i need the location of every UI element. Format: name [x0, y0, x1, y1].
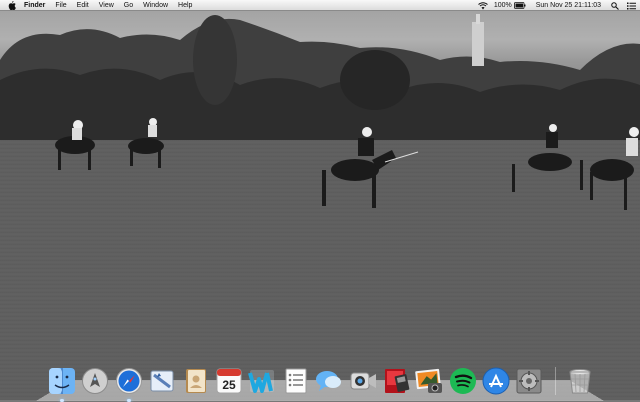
battery-icon[interactable] [513, 2, 526, 9]
app-store-icon[interactable] [482, 367, 510, 395]
calendar-date: 25 [222, 378, 236, 392]
menu-view[interactable]: View [94, 0, 119, 11]
launchpad-icon[interactable] [81, 367, 109, 395]
menu-edit[interactable]: Edit [72, 0, 94, 11]
system-preferences-icon[interactable] [515, 367, 543, 395]
facetime-icon[interactable] [349, 367, 377, 395]
menu-file[interactable]: File [50, 0, 71, 11]
menu-finder[interactable]: Finder [22, 0, 50, 11]
finder-icon[interactable] [48, 367, 76, 402]
iphoto-icon[interactable] [415, 367, 443, 395]
polo-players [55, 118, 639, 210]
reminders-icon[interactable] [282, 367, 310, 395]
dock: 25 [48, 359, 599, 402]
wifi-icon[interactable] [478, 1, 488, 10]
dock-separator [554, 367, 556, 395]
notification-center-icon[interactable] [627, 2, 636, 10]
safari-icon[interactable] [115, 367, 143, 402]
contacts-icon[interactable] [182, 367, 210, 395]
apple-icon[interactable] [7, 0, 16, 10]
word-icon[interactable] [248, 367, 276, 395]
menu-window[interactable]: Window [138, 0, 173, 11]
desktop-wallpaper [0, 0, 640, 400]
messages-icon[interactable] [315, 367, 343, 395]
spotify-icon[interactable] [449, 367, 477, 395]
menu-go[interactable]: Go [119, 0, 138, 11]
menu-help[interactable]: Help [173, 0, 197, 11]
calendar-icon[interactable]: 25 [215, 367, 243, 395]
spotlight-search-icon[interactable] [611, 1, 619, 10]
photo-booth-icon[interactable] [382, 367, 410, 395]
trash-icon[interactable] [566, 367, 594, 395]
menu-bar: Finder File Edit View Go Window Help 100… [0, 0, 640, 11]
mail-icon[interactable] [148, 367, 176, 395]
clock[interactable]: Sun Nov 25 21:11:03 [536, 0, 601, 11]
battery-percent[interactable]: 100% [494, 0, 512, 11]
